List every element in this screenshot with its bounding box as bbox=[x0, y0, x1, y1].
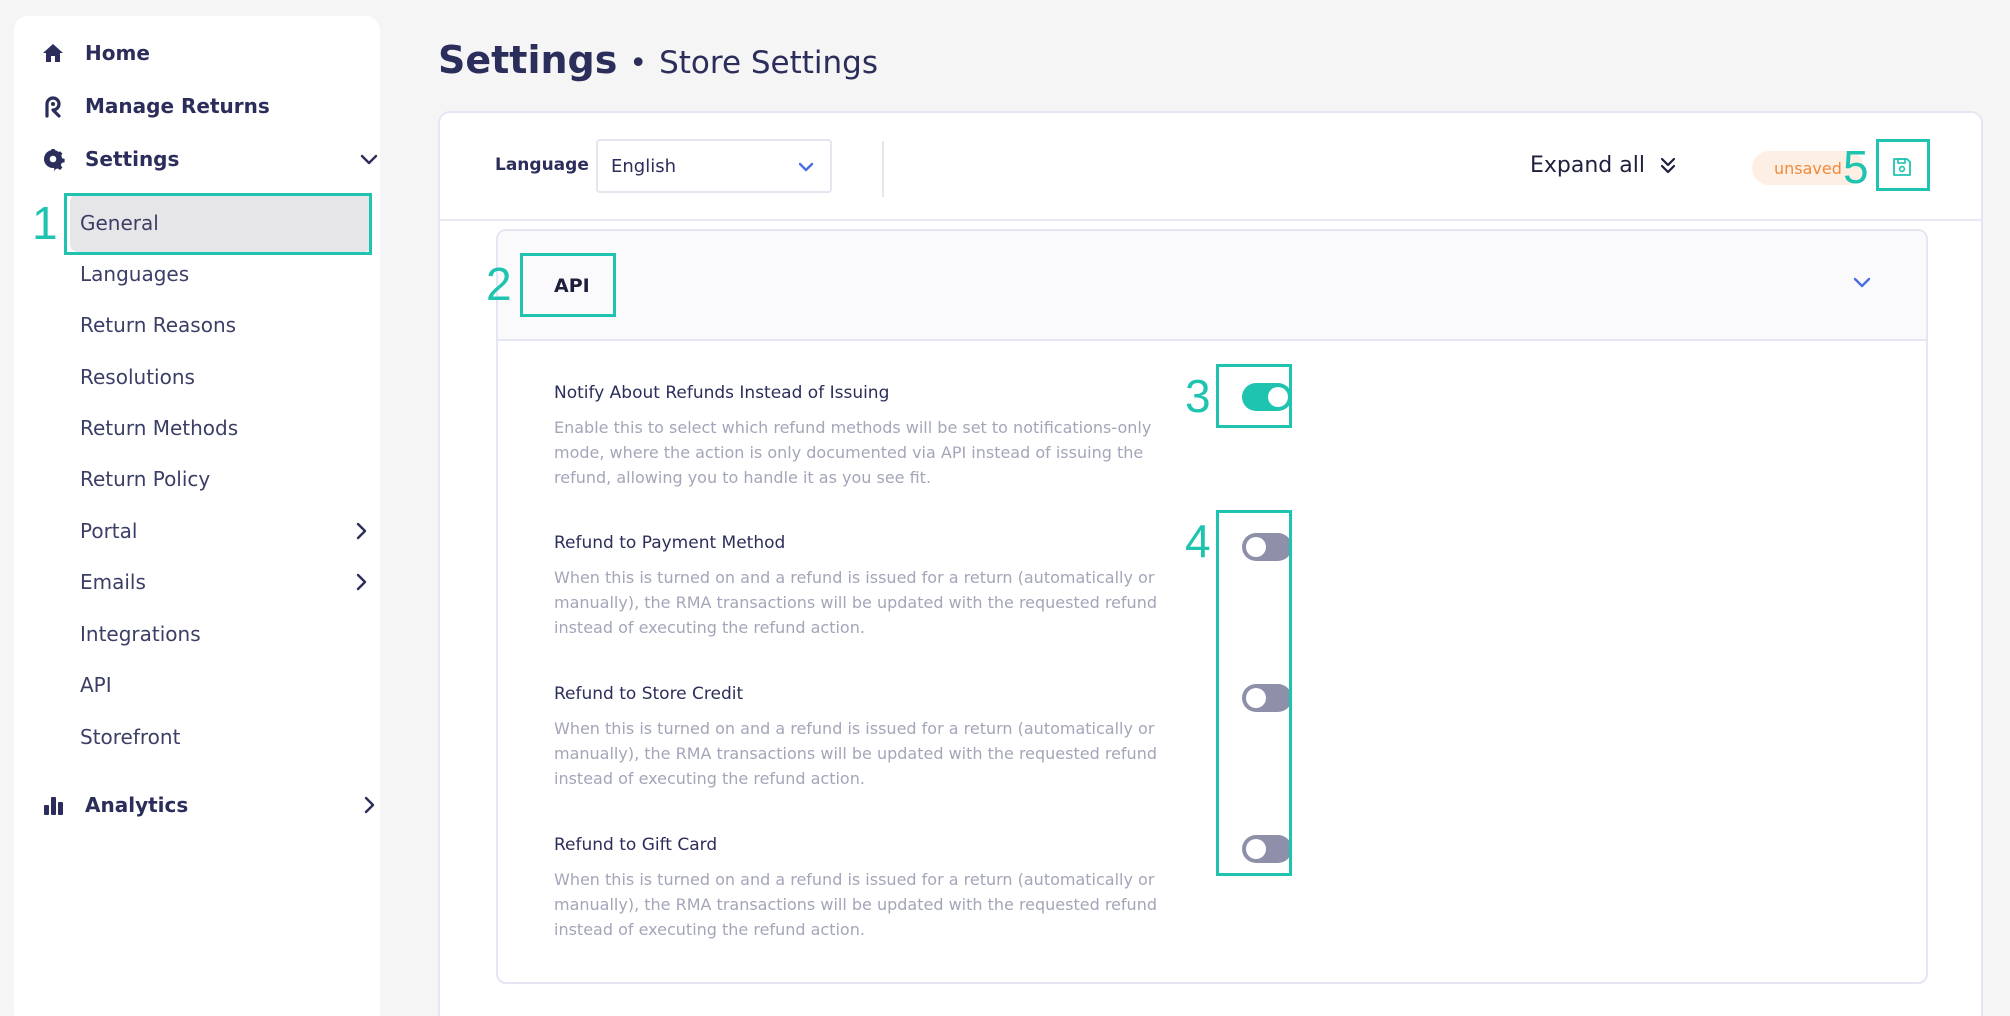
callout-number-2: 2 bbox=[486, 258, 512, 310]
nav-settings[interactable]: Settings bbox=[38, 144, 380, 174]
setting-description: When this is turned on and a refund is i… bbox=[554, 719, 1157, 788]
callout-number-5: 5 bbox=[1843, 141, 1869, 193]
chevron-right-icon[interactable] bbox=[348, 518, 374, 544]
nav-home-label: Home bbox=[85, 41, 150, 65]
nav-manage-returns[interactable]: Manage Returns bbox=[38, 91, 270, 121]
setting-label: Notify About Refunds Instead of Issuing bbox=[554, 383, 890, 403]
api-section-header[interactable]: API bbox=[498, 231, 1926, 341]
gear-icon bbox=[38, 144, 68, 174]
nav-settings-portal[interactable]: Portal bbox=[80, 506, 372, 556]
page-subtitle: Store Settings bbox=[659, 45, 879, 81]
nav-return-methods-label: Return Methods bbox=[80, 416, 239, 440]
api-section: API Notify About Refunds Instead of Issu… bbox=[496, 229, 1928, 984]
nav-emails-label: Emails bbox=[80, 570, 146, 594]
nav-api-label: API bbox=[80, 673, 112, 697]
language-label: Language bbox=[495, 155, 589, 175]
language-select[interactable]: English bbox=[596, 139, 832, 193]
nav-return-reasons-label: Return Reasons bbox=[80, 313, 237, 337]
callout-number-4: 4 bbox=[1185, 515, 1211, 567]
nav-resolutions-label: Resolutions bbox=[80, 365, 195, 389]
callout-box-4 bbox=[1216, 510, 1292, 876]
language-select-value: English bbox=[611, 155, 676, 177]
home-icon bbox=[38, 38, 68, 68]
callout-box-1 bbox=[64, 193, 372, 255]
chevron-down-icon[interactable] bbox=[1850, 271, 1874, 295]
setting-label: Refund to Payment Method bbox=[554, 533, 786, 553]
nav-languages-label: Languages bbox=[80, 262, 190, 286]
callout-box-5 bbox=[1876, 139, 1930, 191]
double-chevron-down-icon bbox=[1660, 157, 1676, 173]
setting-notify-refunds: Notify About Refunds Instead of Issuing … bbox=[554, 383, 1184, 490]
nav-portal-label: Portal bbox=[80, 519, 138, 543]
expand-all-button[interactable]: Expand all bbox=[1530, 153, 1679, 178]
nav-integrations-label: Integrations bbox=[80, 622, 201, 646]
nav-settings-integrations[interactable]: Integrations bbox=[80, 609, 201, 659]
callout-box-3 bbox=[1216, 364, 1292, 428]
setting-label: Refund to Gift Card bbox=[554, 835, 718, 855]
toolbar-divider bbox=[882, 141, 884, 197]
setting-refund-store-credit: Refund to Store Credit When this is turn… bbox=[554, 684, 1184, 791]
setting-label: Refund to Store Credit bbox=[554, 684, 744, 704]
chevron-down-icon bbox=[798, 162, 814, 172]
nav-settings-languages[interactable]: Languages bbox=[80, 249, 189, 299]
setting-description: When this is turned on and a refund is i… bbox=[554, 870, 1157, 939]
setting-description: When this is turned on and a refund is i… bbox=[554, 568, 1157, 637]
nav-home[interactable]: Home bbox=[38, 38, 150, 68]
sidebar: Home Manage Returns Settings General Lan… bbox=[14, 16, 380, 1016]
callout-number-3: 3 bbox=[1185, 370, 1211, 422]
chevron-right-icon[interactable] bbox=[348, 569, 374, 595]
page-title: Settings • Store Settings bbox=[438, 38, 878, 82]
nav-settings-emails[interactable]: Emails bbox=[80, 557, 372, 607]
bar-chart-icon bbox=[38, 790, 68, 820]
returns-logo-icon bbox=[38, 91, 68, 121]
nav-analytics[interactable]: Analytics bbox=[38, 790, 380, 820]
nav-return-policy-label: Return Policy bbox=[80, 467, 211, 491]
nav-settings-resolutions[interactable]: Resolutions bbox=[80, 352, 195, 402]
nav-settings-return-policy[interactable]: Return Policy bbox=[80, 454, 210, 504]
chevron-right-icon[interactable] bbox=[356, 792, 382, 818]
nav-settings-storefront[interactable]: Storefront bbox=[80, 712, 180, 762]
settings-toolbar: Language English Expand all unsaved bbox=[440, 113, 1981, 221]
page-title-main: Settings bbox=[438, 38, 618, 82]
nav-storefront-label: Storefront bbox=[80, 725, 181, 749]
callout-number-1: 1 bbox=[32, 197, 58, 249]
nav-manage-returns-label: Manage Returns bbox=[85, 94, 270, 118]
setting-description: Enable this to select which refund metho… bbox=[554, 418, 1152, 487]
expand-all-label: Expand all bbox=[1530, 153, 1645, 178]
chevron-down-icon[interactable] bbox=[356, 146, 382, 172]
nav-settings-return-reasons[interactable]: Return Reasons bbox=[80, 300, 236, 350]
setting-refund-payment-method: Refund to Payment Method When this is tu… bbox=[554, 533, 1184, 640]
setting-refund-gift-card: Refund to Gift Card When this is turned … bbox=[554, 835, 1184, 942]
nav-settings-label: Settings bbox=[85, 147, 180, 171]
nav-settings-api[interactable]: API bbox=[80, 660, 112, 710]
nav-analytics-label: Analytics bbox=[85, 793, 189, 817]
callout-box-2 bbox=[520, 253, 616, 317]
nav-settings-return-methods[interactable]: Return Methods bbox=[80, 403, 238, 453]
page-title-separator: • bbox=[629, 46, 648, 81]
